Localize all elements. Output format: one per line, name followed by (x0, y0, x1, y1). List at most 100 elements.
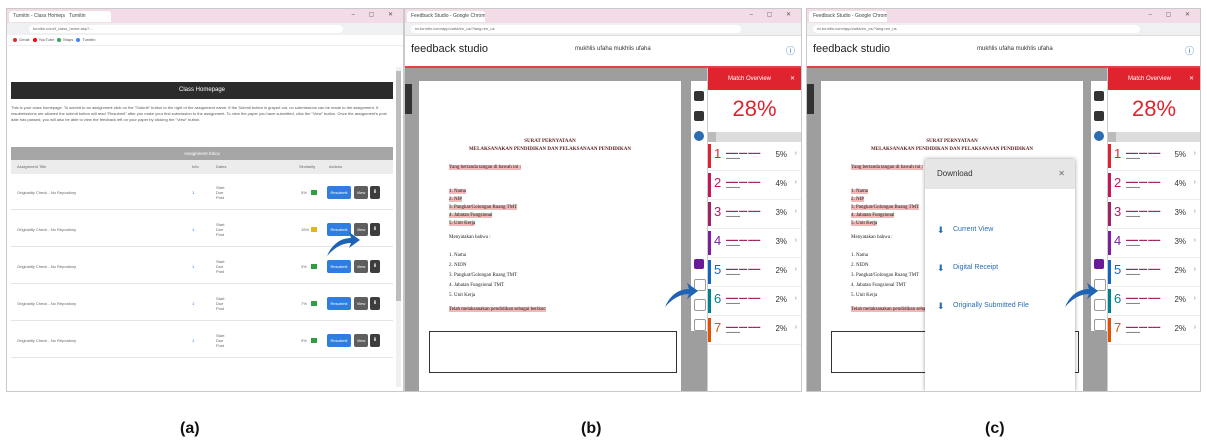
chevron-right-icon[interactable]: › (795, 295, 797, 302)
url-field[interactable]: turnitin.com/t_class_home.asp?... (29, 25, 343, 33)
chevron-right-icon[interactable]: › (1194, 208, 1196, 215)
assignment-info[interactable]: 1 (192, 338, 194, 343)
download-icon[interactable]: ⬇ (370, 334, 380, 347)
assignment-info[interactable]: 1 (192, 264, 194, 269)
url-field[interactable]: ev.turnitin.com/app/carta/en_us/?lang=en… (411, 25, 741, 33)
match-row[interactable]: 7 ▬▬▬ ▬▬ ▬▬▬ ▬▬▬▬ 2% › (708, 316, 801, 345)
doc-line: 4. Jabatan Fungsional TMT (851, 283, 907, 288)
chevron-right-icon[interactable]: › (1194, 150, 1196, 157)
match-row[interactable]: 1 ▬▬▬ ▬▬ ▬▬▬ ▬▬▬▬ 5% › (708, 142, 801, 171)
similarity-icon[interactable] (1094, 259, 1104, 269)
window-controls[interactable]: – ▢ ✕ (352, 11, 399, 18)
resubmit-button[interactable]: Resubmit (327, 334, 351, 347)
browser-tab[interactable]: Turnitin (65, 11, 111, 22)
download-icon[interactable]: ⬇ (370, 297, 380, 310)
match-row[interactable]: 5 ▬▬▬ ▬▬ ▬▬▬ ▬▬▬▬ 2% › (1108, 258, 1200, 287)
bookmark[interactable]: Gmail (19, 37, 29, 42)
browser-tab[interactable]: Feedback Studio - Google Chrome (407, 11, 485, 22)
match-row[interactable]: 3 ▬▬▬ ▬▬ ▬▬▬ ▬▬▬▬ 3% › (708, 200, 801, 229)
match-row[interactable]: 2 ▬▬▬ ▬▬ ▬▬▬ ▬▬▬▬ 4% › (708, 171, 801, 200)
match-row[interactable]: 4 ▬▬▬ ▬▬ ▬▬▬ ▬▬▬▬ 3% › (708, 229, 801, 258)
chevron-right-icon[interactable]: › (1194, 266, 1196, 273)
similarity-icon[interactable] (694, 259, 704, 269)
match-icon[interactable] (1094, 131, 1104, 141)
close-icon[interactable]: ✕ (1189, 68, 1194, 90)
browser-tab[interactable]: Feedback Studio - Google Chrome (809, 11, 887, 22)
chevron-right-icon[interactable]: › (795, 179, 797, 186)
scrollbar-thumb[interactable] (396, 71, 401, 301)
chevron-right-icon[interactable]: › (795, 208, 797, 215)
match-row[interactable]: 2 ▬▬▬ ▬▬ ▬▬▬ ▬▬▬▬ 4% › (1108, 171, 1200, 200)
similarity-percent[interactable]: 9% (301, 338, 307, 343)
view-button[interactable]: View (354, 186, 368, 199)
chevron-right-icon[interactable]: › (795, 324, 797, 331)
similarity-percent[interactable]: 5% (301, 190, 307, 195)
match-row[interactable]: 3 ▬▬▬ ▬▬ ▬▬▬ ▬▬▬▬ 3% › (1108, 200, 1200, 229)
window-controls[interactable]: – ▢ ✕ (750, 11, 797, 18)
class-homepage-button[interactable]: Class Homepage (11, 82, 393, 99)
match-color-bar (1108, 231, 1111, 255)
grading-icon[interactable] (1094, 111, 1104, 121)
bookmark[interactable]: Turnitin (82, 37, 95, 42)
download-icon[interactable]: ⬇ (370, 260, 380, 273)
layers-icon[interactable] (694, 91, 704, 101)
match-source-type: ▬▬▬▬ (726, 272, 740, 276)
match-nav-bar[interactable] (1108, 132, 1200, 142)
resubmit-button[interactable]: Resubmit (327, 186, 351, 199)
match-row[interactable]: 5 ▬▬▬ ▬▬ ▬▬▬ ▬▬▬▬ 2% › (708, 258, 801, 287)
grading-icon[interactable] (694, 111, 704, 121)
bookmark[interactable]: YouTube (39, 37, 55, 42)
match-overview-header: Match Overview ✕ (1108, 68, 1200, 90)
similarity-percent[interactable]: 15% (301, 227, 309, 232)
side-toggle-button[interactable] (807, 84, 814, 114)
match-source: ▬▬▬ ▬▬ ▬▬▬ (1126, 208, 1161, 213)
bookmark[interactable]: Maps (63, 37, 73, 42)
download-icon[interactable]: ⬇ (370, 186, 380, 199)
chevron-right-icon[interactable]: › (1194, 179, 1196, 186)
view-button[interactable]: View (354, 334, 368, 347)
match-row[interactable]: 6 ▬▬▬ ▬▬ ▬▬▬ ▬▬▬▬ 2% › (708, 287, 801, 316)
download-icon[interactable]: ⬇ (370, 223, 380, 236)
match-row[interactable]: 6 ▬▬▬ ▬▬ ▬▬▬ ▬▬▬▬ 2% › (1108, 287, 1200, 316)
match-source: ▬▬▬ ▬▬ ▬▬▬ (726, 237, 761, 242)
match-percent-value: 2% (1174, 266, 1186, 275)
match-row[interactable]: 1 ▬▬▬ ▬▬ ▬▬▬ ▬▬▬▬ 5% › (1108, 142, 1200, 171)
chevron-right-icon[interactable]: › (1194, 237, 1196, 244)
help-icon[interactable]: ⓘ (1185, 44, 1194, 57)
url-field[interactable]: ev.turnitin.com/app/carta/en_us/?lang=en… (813, 25, 1140, 33)
browser-tab[interactable]: Turnitin - Class Homepage (9, 11, 69, 22)
similarity-percent[interactable]: 7% (301, 301, 307, 306)
chevron-right-icon[interactable]: › (795, 150, 797, 157)
side-toggle-button[interactable] (405, 84, 412, 114)
resubmit-button[interactable]: Resubmit (327, 260, 351, 273)
resubmit-button[interactable]: Resubmit (327, 297, 351, 310)
window-controls[interactable]: – ▢ ✕ (1149, 11, 1196, 18)
chevron-right-icon[interactable]: › (1194, 295, 1196, 302)
doc-line: Yang bertanda tangan di bawah ini : (851, 165, 923, 170)
chevron-right-icon[interactable]: › (795, 237, 797, 244)
download-current-view[interactable]: ⬇ Current View (925, 211, 1075, 249)
doc-line: 3. Pangkat/Golongan Ruang TMT (449, 205, 518, 210)
assignment-info[interactable]: 1 (192, 227, 194, 232)
close-icon[interactable]: ✕ (1058, 159, 1065, 189)
match-row[interactable]: 7 ▬▬▬ ▬▬ ▬▬▬ ▬▬▬▬ 2% › (1108, 316, 1200, 345)
match-row[interactable]: 4 ▬▬▬ ▬▬ ▬▬▬ ▬▬▬▬ 3% › (1108, 229, 1200, 258)
close-icon[interactable]: ✕ (790, 68, 795, 90)
info-icon[interactable] (694, 319, 706, 331)
chevron-right-icon[interactable]: › (1194, 324, 1196, 331)
match-icon[interactable] (694, 131, 704, 141)
date-label: Post (216, 269, 225, 274)
assignment-info[interactable]: 1 (192, 301, 194, 306)
view-button[interactable]: View (354, 297, 368, 310)
download-digital-receipt[interactable]: ⬇ Digital Receipt (925, 249, 1075, 287)
assignment-info[interactable]: 1 (192, 190, 194, 195)
help-icon[interactable]: ⓘ (786, 44, 795, 57)
match-nav-bar[interactable] (708, 132, 801, 142)
chevron-right-icon[interactable]: › (795, 266, 797, 273)
download-original-file[interactable]: ⬇ Originally Submitted File (925, 287, 1075, 325)
doc-table (429, 331, 677, 373)
similarity-percent[interactable]: 3% (301, 264, 307, 269)
view-button[interactable]: View (354, 260, 368, 273)
layers-icon[interactable] (1094, 91, 1104, 101)
info-icon[interactable] (1094, 319, 1106, 331)
